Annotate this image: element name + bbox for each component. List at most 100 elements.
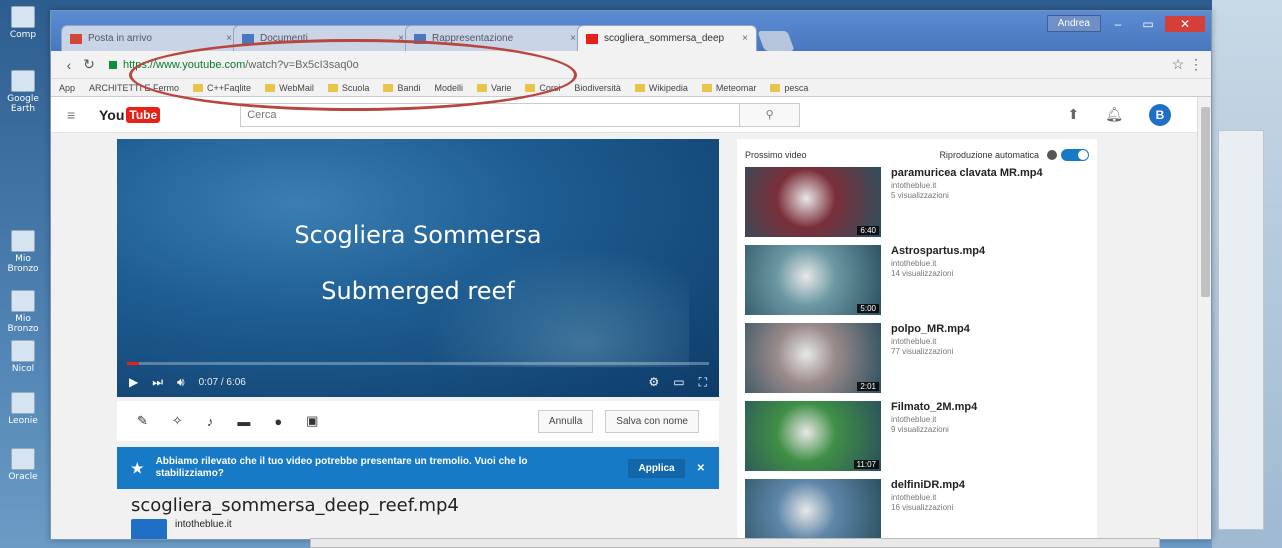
progress-fill (127, 362, 139, 365)
next-icon[interactable]: ⏭ (152, 375, 163, 390)
bookmark-item[interactable]: pesca (770, 83, 808, 93)
menu-icon[interactable]: ⋮ (1189, 56, 1203, 73)
cancel-button[interactable]: Annulla (537, 409, 594, 433)
autoplay-info-icon[interactable] (1047, 150, 1057, 160)
bookmark-item[interactable]: Biodiversità (574, 83, 621, 93)
tab-close-icon[interactable]: × (570, 33, 576, 44)
related-video[interactable]: delfiniDR.mp4 intotheblue.it 16 visualizza… (745, 479, 1089, 539)
tab-close-icon[interactable]: × (398, 33, 404, 44)
related-video[interactable]: 2:01 polpo_MR.mp4 intotheblue.it 77 visuali… (745, 323, 1089, 401)
bookmark-item[interactable]: Varie (477, 83, 511, 93)
stabilize-notice: ★ Abbiamo rilevato che il tuo video potr… (117, 447, 719, 489)
desktop-icon[interactable]: Leonie (2, 392, 44, 426)
tab-label: Documenti (260, 33, 308, 44)
bookmark-item[interactable]: Meteomar (701, 83, 756, 93)
bookmark-item[interactable]: Corsi (525, 83, 560, 93)
bookmark-item[interactable]: Modelli (434, 83, 463, 93)
channel-name[interactable]: intothebluе.it (175, 519, 232, 530)
bookmark-item[interactable]: WebMail (265, 83, 314, 93)
progress-bar[interactable] (127, 362, 709, 365)
related-video-title[interactable]: Astrospartus.mp4 (891, 245, 985, 257)
star-icon: ★ (131, 459, 144, 476)
desktop-icon[interactable]: Mio Bronzo (2, 290, 44, 334)
video-thumbnail[interactable]: 6:40 (745, 167, 881, 237)
tab-close-icon[interactable]: × (742, 33, 748, 44)
bookmark-label: ARCHITETTI E Fermo (89, 82, 180, 93)
related-video-title[interactable]: polpo_MR.mp4 (891, 323, 970, 335)
bookmark-star-icon[interactable]: ☆ (1167, 56, 1189, 73)
bookmark-item[interactable]: ARCHITETTI E Fermo (89, 83, 179, 93)
scrollbar-thumb[interactable] (1201, 107, 1210, 297)
folder-icon (701, 83, 712, 92)
related-video[interactable]: 11:07 Filmato_2M.mp4 intotheblue.it 9 visua… (745, 401, 1089, 479)
maximize-icon[interactable]: ▭ (1135, 16, 1161, 32)
back-icon[interactable]: ‹ (59, 57, 79, 73)
browser-tab[interactable]: Posta in arrivo × (61, 25, 241, 51)
info-icon[interactable]: ● (274, 414, 282, 429)
minimize-icon[interactable]: – (1105, 16, 1131, 32)
address-bar[interactable]: https://www.youtube.com /watch?v=Bx5cI3s… (109, 55, 1157, 75)
bookmark-label: WebMail (279, 82, 314, 93)
desktop-icon[interactable]: Mio Bronzo (2, 230, 44, 274)
desktop-icon[interactable]: Google Earth (2, 70, 44, 114)
autoplay-toggle[interactable] (1061, 149, 1089, 161)
related-video-channel: intotheblue.it (891, 181, 937, 190)
video-thumbnail[interactable]: 5:00 (745, 245, 881, 315)
reload-icon[interactable]: ↻ (79, 56, 99, 73)
fullscreen-icon[interactable]: ⛶ (699, 375, 707, 390)
related-video[interactable]: 6:40 paramuricea clavata MR.mp4 intotheblu… (745, 167, 1089, 245)
play-icon[interactable]: ▶ (129, 375, 138, 389)
bookmark-item[interactable]: App (59, 83, 75, 93)
related-video-channel: intotheblue.it (891, 337, 937, 346)
related-video-views: 16 visualizzazioni (891, 503, 954, 512)
related-video-title[interactable]: delfiniDR.mp4 (891, 479, 965, 491)
secure-lock-icon (109, 60, 117, 69)
account-avatar[interactable]: B (1149, 103, 1171, 126)
new-tab-button[interactable] (757, 31, 795, 51)
url-path: /watch?v=Bx5cI3saq0o (245, 58, 359, 71)
filters-icon[interactable]: ✧ (172, 413, 183, 429)
close-window-icon[interactable]: ✕ (1165, 15, 1205, 32)
annotations-icon[interactable]: ▬ (237, 414, 250, 429)
bookmark-item[interactable]: C++Faqlite (193, 83, 251, 93)
save-as-button[interactable]: Salva con nome (605, 409, 699, 433)
search-icon[interactable]: ⚲ (739, 103, 800, 126)
notifications-icon[interactable]: 🔔︎ (1105, 106, 1123, 123)
volume-icon[interactable]: 🔊︎ (177, 375, 185, 390)
enhance-wand-icon[interactable]: ✎ (137, 413, 148, 429)
page-scrollbar[interactable] (1197, 97, 1211, 539)
channel-avatar[interactable] (131, 519, 167, 539)
desktop-icon[interactable]: Comp (2, 6, 44, 40)
youtube-logo[interactable]: You Tube (99, 106, 161, 123)
upload-icon[interactable]: ⬆ (1067, 106, 1079, 123)
tab-close-icon[interactable]: × (226, 33, 232, 44)
video-thumbnail[interactable]: 2:01 (745, 323, 881, 393)
profile-button[interactable]: Andrea (1046, 15, 1101, 32)
settings-gear-icon[interactable]: ⚙ (648, 375, 659, 390)
folder-icon (634, 83, 645, 92)
guide-menu-icon[interactable]: ≡ (67, 107, 83, 123)
search-box: ⚲ (240, 102, 801, 127)
video-thumbnail[interactable] (745, 479, 881, 539)
desktop-icon[interactable]: Oracle (2, 448, 44, 482)
browser-tab[interactable]: Rappresentazione × (405, 25, 585, 51)
bookmark-item[interactable]: Scuola (327, 83, 369, 93)
bookmark-item[interactable]: Bandi (383, 83, 420, 93)
related-video-title[interactable]: Filmato_2M.mp4 (891, 401, 977, 413)
related-video-title[interactable]: paramuricea clavata MR.mp4 (891, 167, 1043, 179)
bookmark-item[interactable]: Wikipedia (634, 83, 688, 93)
apply-button[interactable]: Applica (628, 458, 685, 478)
desktop-icon[interactable]: Nicol (2, 340, 44, 374)
notice-message: Abbiamo rilevato che il tuo video potreb… (155, 456, 528, 479)
video-thumbnail[interactable]: 11:07 (745, 401, 881, 471)
related-video[interactable]: 5:00 Astrospartus.mp4 intotheblue.it 14 vis… (745, 245, 1089, 323)
audio-note-icon[interactable]: ♪ (207, 414, 214, 429)
search-input[interactable] (241, 103, 740, 126)
browser-tab[interactable]: Documenti × (233, 25, 413, 51)
subtitles-icon[interactable]: ▣ (306, 413, 318, 429)
bookmark-label: pesca (784, 82, 809, 93)
theater-mode-icon[interactable]: ▭ (673, 375, 684, 390)
video-player[interactable]: Scogliera Sommersa Submerged reef ▶ ⏭ 🔊︎… (117, 139, 719, 397)
browser-tab[interactable]: scogliera_sommersa_deep × (577, 25, 757, 51)
dismiss-icon[interactable]: ✕ (697, 463, 705, 474)
